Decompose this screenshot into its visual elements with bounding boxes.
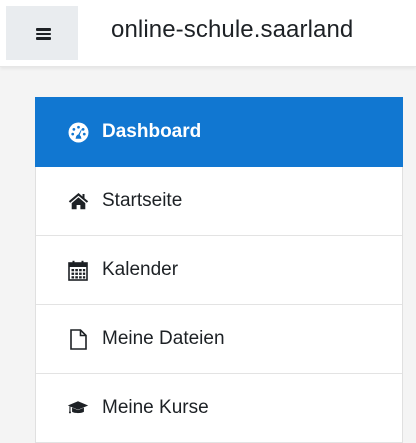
calendar-icon [67, 259, 89, 281]
file-icon [67, 328, 89, 350]
menu-toggle-button[interactable] [6, 6, 78, 60]
nav-item-kalender[interactable]: Kalender [36, 236, 402, 305]
nav-item-label: Startseite [102, 190, 183, 211]
graduation-cap-icon [67, 397, 89, 419]
top-navbar: online-schule.saarland [0, 0, 416, 67]
nav-item-meine-dateien[interactable]: Meine Dateien [36, 305, 402, 374]
nav-item-label: Dashboard [102, 121, 202, 142]
home-icon [67, 190, 89, 212]
nav-item-startseite[interactable]: Startseite [36, 167, 402, 236]
nav-item-label: Kalender [102, 259, 179, 280]
nav-item-label: Meine Dateien [102, 328, 225, 349]
nav-item-meine-kurse[interactable]: Meine Kurse [36, 374, 402, 443]
nav-item-dashboard[interactable]: Dashboard [35, 97, 403, 167]
site-name[interactable]: online-schule.saarland [111, 16, 353, 44]
nav-item-label: Meine Kurse [102, 397, 209, 418]
sidebar-nav: Dashboard Startseite Kalender Meine Date… [35, 97, 403, 443]
dashboard-icon [67, 121, 89, 143]
hamburger-icon [36, 28, 51, 40]
